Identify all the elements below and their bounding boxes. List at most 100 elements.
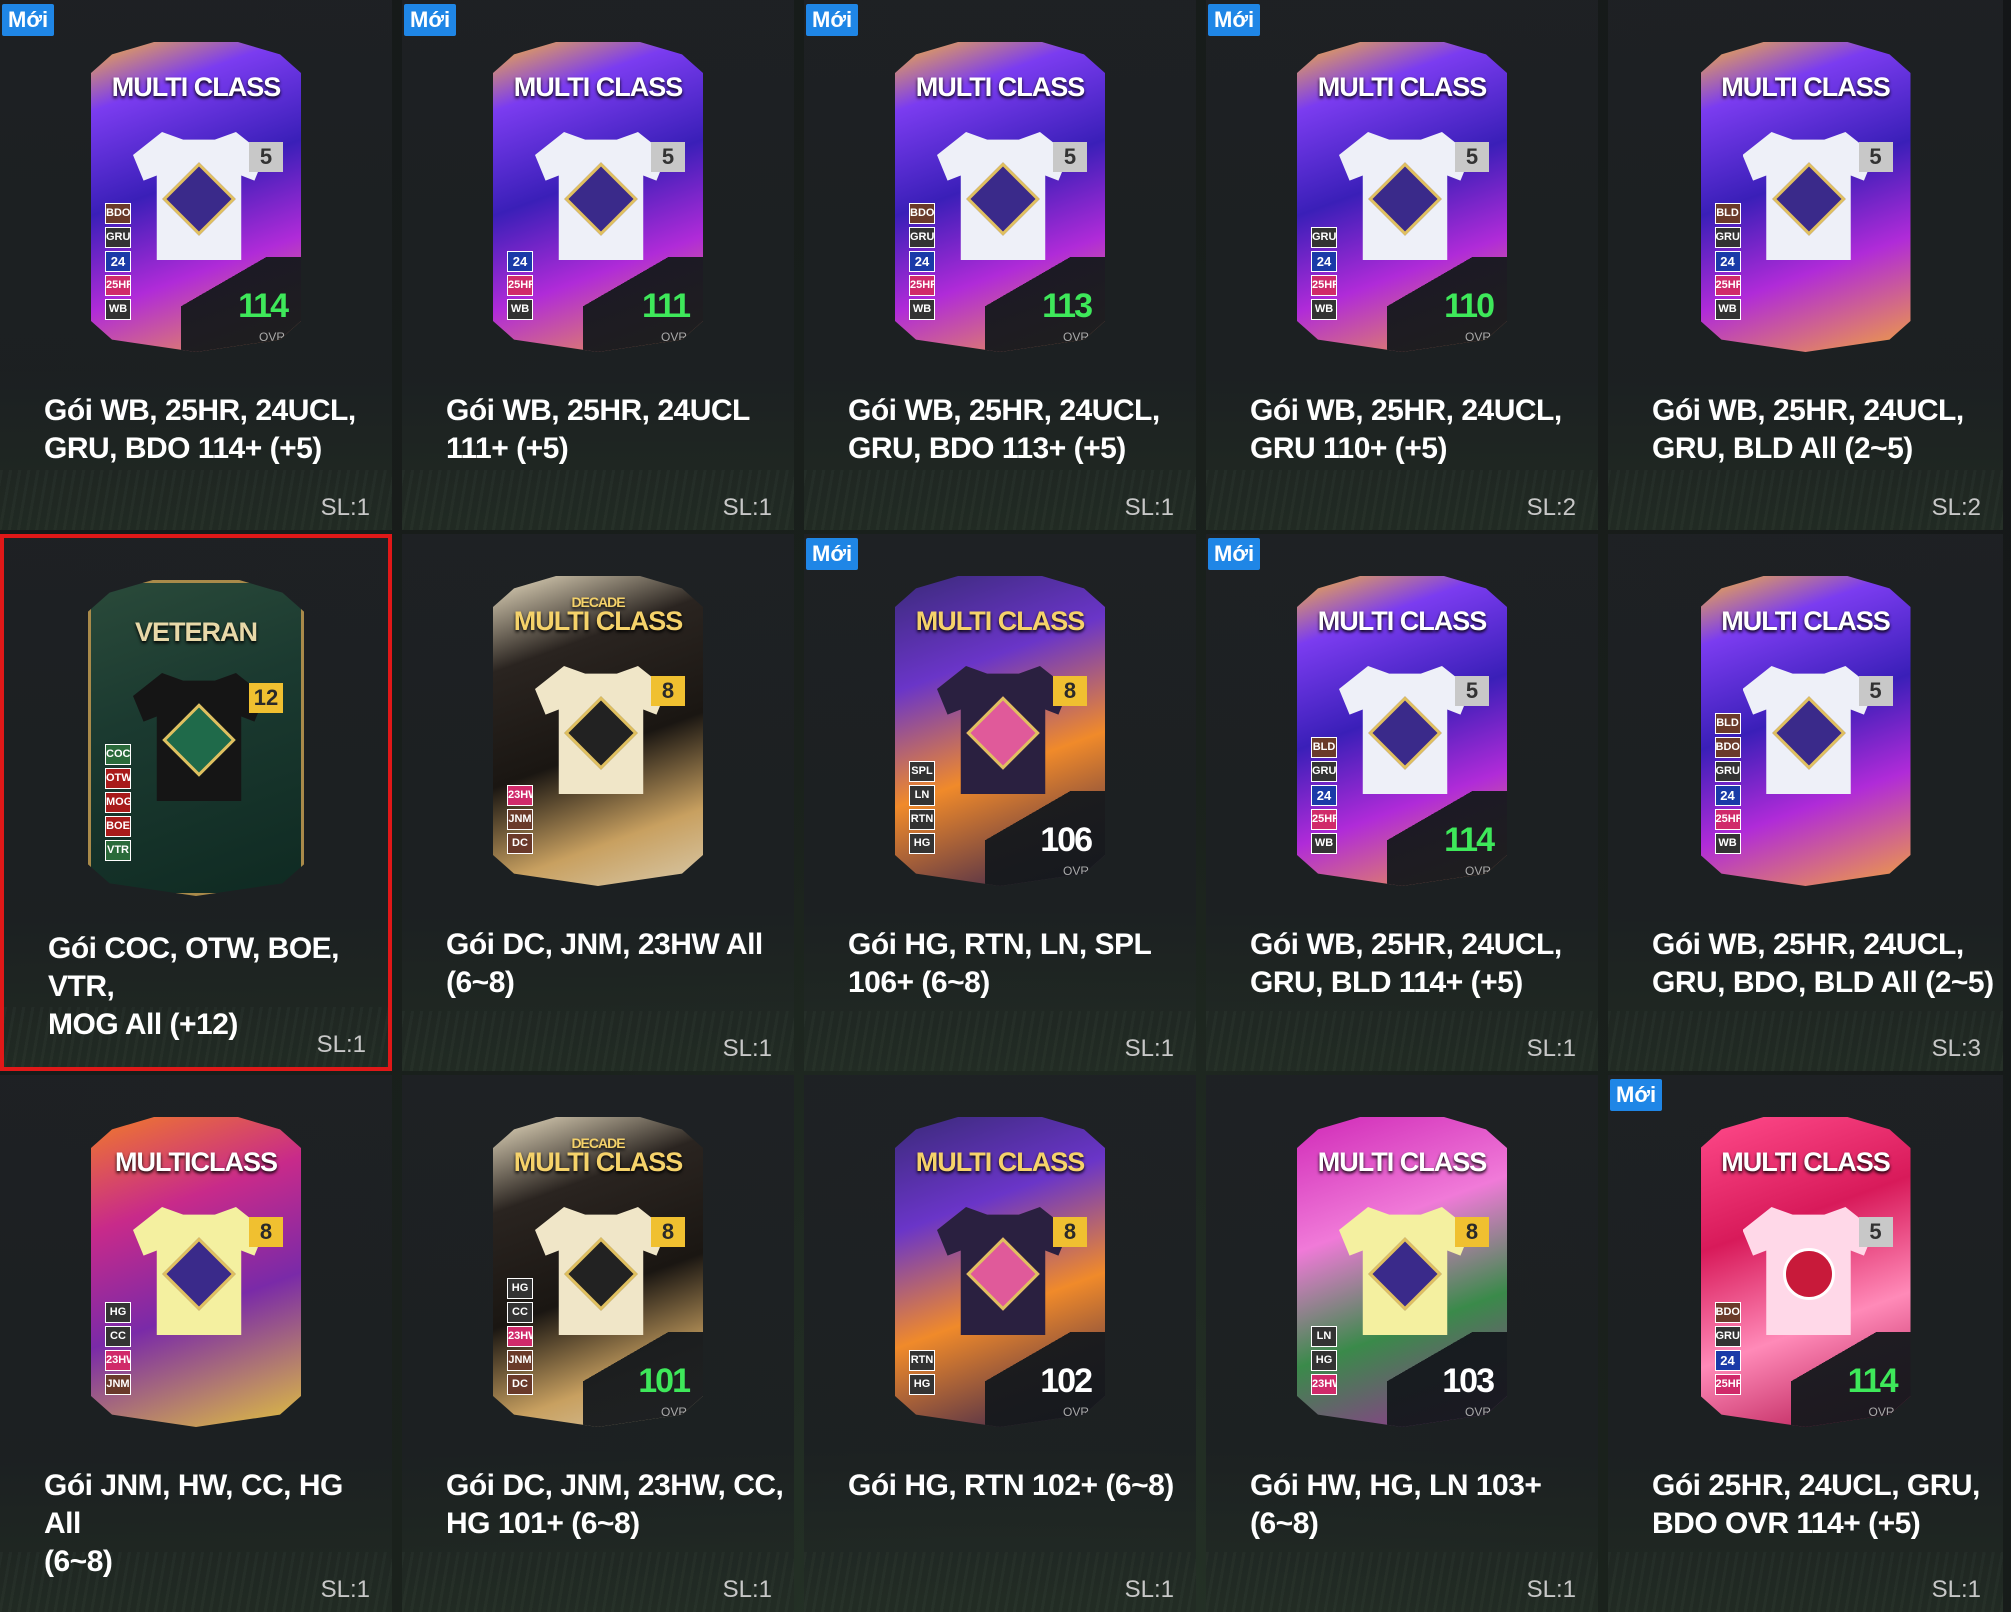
crest-icon xyxy=(966,695,1040,770)
ovr-label: OVR xyxy=(1464,1405,1491,1419)
season-chip: LN xyxy=(909,785,935,806)
ovr-panel: 110 OVR xyxy=(1387,257,1507,352)
pack-quantity: SL:1 xyxy=(316,1031,366,1058)
crest-icon xyxy=(966,1236,1040,1311)
pack-name: Gói HG, RTN 102+ (6~8) xyxy=(848,1469,1174,1502)
pack-tile[interactable]: Mới MULTI CLASS 5 BDO GRU 24 25HR 114 OVR Gói 25H… xyxy=(1608,1075,2003,1612)
pack-tile[interactable]: Mới MULTI CLASS 5 BLD GRU 24 25HR WB 114 OVR Gói W… xyxy=(1206,534,1598,1071)
jersey-icon xyxy=(1742,132,1875,260)
pack-tile[interactable]: VETERAN 12 COC OTW MOG BOE VTR Gói COC, OTW, BO… xyxy=(0,534,392,1071)
season-chip: DC xyxy=(507,833,533,854)
season-chip: 25HR xyxy=(1311,275,1337,296)
pack-quantity: SL:1 xyxy=(1124,1035,1174,1062)
pack-tile[interactable]: MULTICLASS 8 HG CC 23HW JNM Gói JNM, HW, CC, H… xyxy=(0,1075,392,1612)
upgrade-level: 5 xyxy=(1858,142,1893,172)
pack-tile[interactable]: Mới MULTI CLASS 5 BDO GRU 24 25HR WB 113 OVR Gói W… xyxy=(804,0,1196,530)
pack-card-image: MULTI CLASS 8 LN HG 23HW 103 OVR xyxy=(1297,1117,1507,1427)
season-chip: HG xyxy=(105,1302,131,1323)
season-chip: 24 xyxy=(1311,785,1337,806)
ovr-value: 114 xyxy=(1847,1362,1899,1400)
season-chip: HG xyxy=(909,1374,935,1395)
pack-name: Gói WB, 25HR, 24UCL, GRU, BDO 113+ (+5) xyxy=(848,394,1160,465)
pack-tile[interactable]: Mới MULTI CLASS 5 GRU 24 25HR WB 110 OVR Gói WB, … xyxy=(1206,0,1598,530)
card-title: MULTI CLASS xyxy=(915,72,1085,102)
season-chip: 25HR xyxy=(1714,275,1741,296)
season-chips: BLD GRU 24 25HR WB xyxy=(1714,203,1741,320)
season-chip: HG xyxy=(507,1278,533,1299)
card-title: VETERAN xyxy=(134,617,258,647)
ovr-panel: 114 OVR xyxy=(1387,791,1507,886)
season-chip: 25HR xyxy=(1311,809,1337,830)
upgrade-level: 8 xyxy=(1053,1217,1087,1247)
card-title: MULTI CLASS xyxy=(513,606,683,636)
ovr-label: OVR xyxy=(1062,1405,1089,1419)
card-title: MULTI CLASS xyxy=(513,1147,683,1177)
crest-icon xyxy=(966,161,1040,236)
ovr-panel: 114 OVR xyxy=(181,257,301,352)
season-chip: 23HW xyxy=(507,785,533,806)
pack-quantity: SL:1 xyxy=(1526,1576,1576,1603)
season-chip: OTW xyxy=(105,768,131,789)
card-title: MULTI CLASS xyxy=(1721,606,1890,636)
pack-card-image: MULTI CLASS 5 BLD BDO GRU 24 25HR WB xyxy=(1700,576,1911,886)
card-title: MULTI CLASS xyxy=(1317,606,1487,636)
new-badge: Mới xyxy=(404,4,457,36)
new-badge: Mới xyxy=(2,4,55,36)
pack-tile[interactable]: DECADEMULTI CLASS823HWJNMDCGói DC, JNM, … xyxy=(402,534,794,1071)
jersey-icon xyxy=(535,1207,667,1335)
pack-quantity: SL:2 xyxy=(1526,494,1576,521)
pack-name: Gói HG, RTN, LN, SPL 106+ (6~8) xyxy=(848,928,1152,999)
season-chip: WB xyxy=(909,299,935,320)
season-chip: GRU xyxy=(1311,227,1337,248)
pack-tile[interactable]: Mới MULTI CLASS 8 SPL LN RTN HG 106 OVR Gói HG, R… xyxy=(804,534,1196,1071)
pack-tile[interactable]: MULTI CLASS 5 BLD GRU 24 25HR WB Gói WB, 25HR, … xyxy=(1608,0,2003,530)
season-chip: LN xyxy=(1311,1326,1337,1347)
pack-card-image: MULTI CLASS 5 BDO GRU 24 25HR WB 113 OVR xyxy=(895,42,1105,352)
ovr-value: 111 xyxy=(642,287,691,325)
season-chips: BDO GRU 24 25HR xyxy=(1714,1302,1741,1395)
pack-name: Gói WB, 25HR, 24UCL 111+ (+5) xyxy=(446,394,750,465)
season-chip: WB xyxy=(507,299,533,320)
card-title: MULTI CLASS xyxy=(915,1147,1085,1177)
season-chip: RTN xyxy=(909,809,935,830)
pack-quantity: SL:3 xyxy=(1931,1035,1981,1062)
pack-quantity: SL:1 xyxy=(1124,494,1174,521)
season-chip: BDO xyxy=(1714,737,1741,758)
crest-icon xyxy=(1368,161,1442,236)
ovr-panel: 102 OVR xyxy=(985,1332,1105,1427)
pack-quantity: SL:1 xyxy=(320,494,370,521)
card-title: MULTI CLASS xyxy=(111,72,281,102)
pack-name: Gói DC, JNM, 23HW, CC, HG 101+ (6~8) xyxy=(446,1469,784,1540)
season-chips: RTN HG xyxy=(909,1350,935,1395)
pack-name: Gói WB, 25HR, 24UCL, GRU, BLD All (2~5) xyxy=(1652,394,1964,465)
new-badge: Mới xyxy=(806,4,859,36)
upgrade-level: 8 xyxy=(651,676,685,706)
pack-tile[interactable]: DECADEMULTI CLASS8HGCC23HWJNMDC101OVRGói… xyxy=(402,1075,794,1612)
pack-card-image: MULTI CLASS 5 24 25HR WB 111 OVR xyxy=(493,42,703,352)
ovr-panel: 106 OVR xyxy=(985,791,1105,886)
pack-tile[interactable]: MULTI CLASS 8 LN HG 23HW 103 OVR Gói HW, HG, LN… xyxy=(1206,1075,1598,1612)
upgrade-level: 5 xyxy=(1053,142,1087,172)
season-chips: HG CC 23HW JNM DC xyxy=(507,1278,533,1395)
ovr-label: OVR xyxy=(1868,1405,1895,1419)
pack-card-image: VETERAN 12 COC OTW MOG BOE VTR xyxy=(88,580,304,896)
upgrade-level: 5 xyxy=(1858,676,1893,706)
pack-name: Gói DC, JNM, 23HW All (6~8) xyxy=(446,928,763,999)
pack-quantity: SL:2 xyxy=(1931,494,1981,521)
season-chip: WB xyxy=(1714,833,1741,854)
upgrade-level: 5 xyxy=(1455,676,1489,706)
pack-quantity: SL:1 xyxy=(722,1035,772,1062)
pack-tile[interactable]: MULTI CLASS 8 RTN HG 102 OVR Gói HG, RTN 102+ … xyxy=(804,1075,1196,1612)
jersey-icon xyxy=(535,666,667,794)
pack-tile[interactable]: Mới MULTI CLASS 5 24 25HR WB 111 OVR Gói WB, 25H… xyxy=(402,0,794,530)
pack-tile[interactable]: Mới MULTI CLASS 5 BDO GRU 24 25HR WB 114 OVR Gói W… xyxy=(0,0,392,530)
pack-card-image: MULTI CLASS 5 BLD GRU 24 25HR WB 114 OVR xyxy=(1297,576,1507,886)
season-chips: BDO GRU 24 25HR WB xyxy=(105,203,131,320)
season-chip: GRU xyxy=(1714,761,1741,782)
crest-icon xyxy=(162,161,236,236)
pack-tile[interactable]: MULTI CLASS 5 BLD BDO GRU 24 25HR WB Gói WB, 25H… xyxy=(1608,534,2003,1071)
upgrade-level: 5 xyxy=(1455,142,1489,172)
season-chip: 24 xyxy=(507,251,533,272)
crest-icon xyxy=(1782,1247,1835,1300)
season-chip: WB xyxy=(1714,299,1741,320)
